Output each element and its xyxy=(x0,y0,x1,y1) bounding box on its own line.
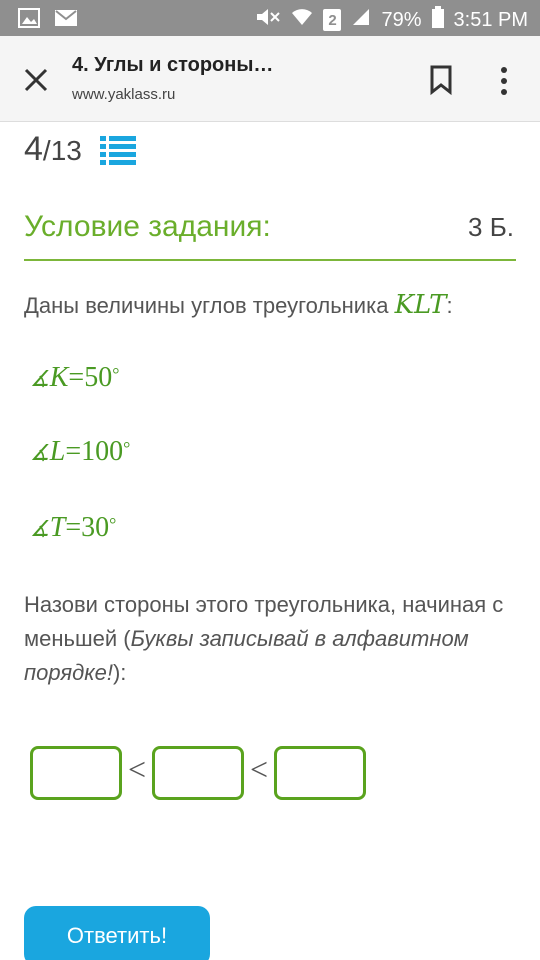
signal-icon xyxy=(351,7,371,33)
mute-icon xyxy=(255,7,281,33)
task-instruction: Назови стороны этого треугольника, начин… xyxy=(24,592,504,685)
given-colon: : xyxy=(446,293,453,318)
page-title: 4. Углы и стороны… xyxy=(72,54,274,76)
triangle-name: KLT xyxy=(394,290,447,320)
task-list-button[interactable] xyxy=(100,135,136,165)
less-than-sign: < xyxy=(128,750,147,787)
section-title: Условие задания: xyxy=(24,210,271,243)
page-url[interactable]: www.yaklass.ru xyxy=(72,86,175,103)
close-icon xyxy=(24,68,48,92)
clock: 3:51 PM xyxy=(453,8,528,31)
mail-icon xyxy=(54,8,78,33)
section-divider xyxy=(24,259,516,261)
given-text: Даны величины углов треугольника xyxy=(24,293,395,318)
answer-input-1[interactable] xyxy=(30,746,122,800)
angle-l: ∡L=100° xyxy=(30,436,131,467)
answer-row: < < xyxy=(30,746,367,800)
bookmark-icon xyxy=(430,65,452,96)
answer-input-2[interactable] xyxy=(152,746,245,800)
task-points: 3 Б. xyxy=(468,212,514,242)
battery-percent: 79% xyxy=(381,8,422,31)
bookmark-button[interactable] xyxy=(428,64,454,96)
more-vert-icon xyxy=(501,67,507,95)
answer-input-3[interactable] xyxy=(274,746,367,800)
angle-t: ∡T=30° xyxy=(30,512,117,543)
task-given: Даны величины углов треугольника KLT: xyxy=(24,290,453,320)
status-bar: 2 79% 3:51 PM xyxy=(0,0,540,36)
browser-toolbar: 4. Углы и стороны… www.yaklass.ru xyxy=(0,36,540,122)
overflow-menu-button[interactable] xyxy=(498,66,510,96)
task-total: /13 xyxy=(42,135,82,166)
task-counter: 4 /13 xyxy=(24,130,82,169)
close-button[interactable] xyxy=(20,64,52,96)
submit-button[interactable]: Ответить! xyxy=(24,906,210,960)
list-icon xyxy=(100,136,136,165)
task-current: 4 xyxy=(24,130,43,168)
wifi-icon xyxy=(291,7,313,33)
angle-k: ∡K=50° xyxy=(30,362,120,393)
gallery-icon xyxy=(18,8,40,33)
less-than-sign: < xyxy=(250,750,269,787)
sim-badge-icon: 2 xyxy=(323,9,342,31)
battery-icon xyxy=(431,6,444,34)
